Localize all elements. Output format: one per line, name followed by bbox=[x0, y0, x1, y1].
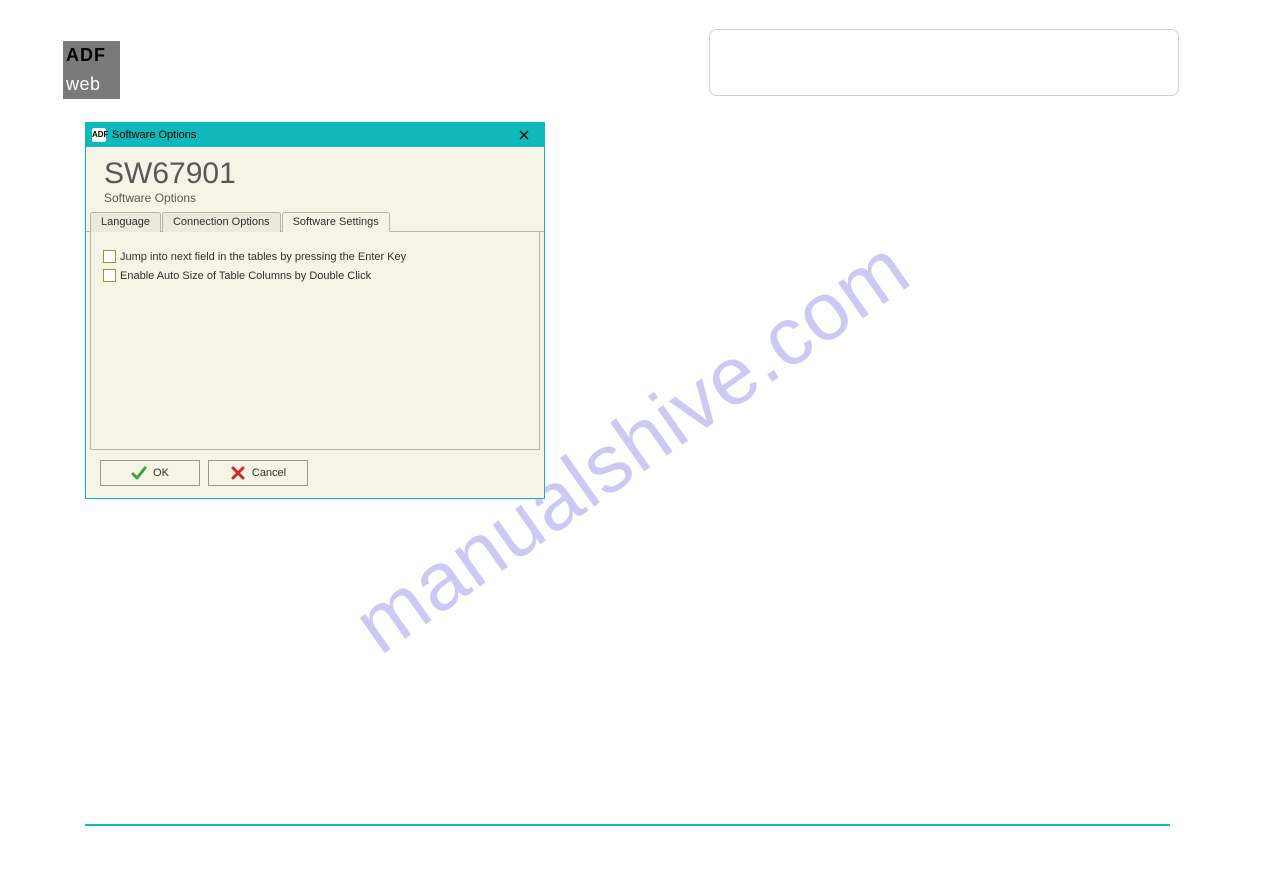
tab-language[interactable]: Language bbox=[90, 212, 161, 232]
adfweb-logo: ADF web bbox=[63, 41, 120, 99]
tab-content-software-settings: Jump into next field in the tables by pr… bbox=[90, 232, 540, 450]
dialog-button-bar: OK Cancel bbox=[86, 450, 544, 498]
dialog-header: SW67901 Software Options bbox=[86, 147, 544, 211]
checkbox-jump-next[interactable] bbox=[103, 250, 116, 263]
tab-bar: Language Connection Options Software Set… bbox=[86, 211, 544, 232]
info-box bbox=[709, 29, 1179, 96]
close-button[interactable] bbox=[504, 123, 544, 147]
check-icon bbox=[131, 465, 147, 481]
footer-separator bbox=[85, 824, 1170, 826]
header-code: SW67901 bbox=[104, 159, 526, 189]
checkbox-auto-size[interactable] bbox=[103, 269, 116, 282]
label-jump-next: Jump into next field in the tables by pr… bbox=[120, 251, 406, 263]
software-options-dialog: ADF Software Options SW67901 Software Op… bbox=[85, 122, 545, 499]
cancel-button[interactable]: Cancel bbox=[208, 460, 308, 486]
label-auto-size: Enable Auto Size of Table Columns by Dou… bbox=[120, 270, 371, 282]
tab-software-settings[interactable]: Software Settings bbox=[282, 212, 390, 232]
document-page: ADF web manualshive.com ADF Software Opt… bbox=[0, 0, 1263, 893]
cancel-icon bbox=[230, 465, 246, 481]
logo-text-top: ADF bbox=[66, 45, 106, 66]
setting-row-auto-size: Enable Auto Size of Table Columns by Dou… bbox=[103, 269, 527, 282]
dialog-titlebar: ADF Software Options bbox=[86, 123, 544, 147]
header-subtitle: Software Options bbox=[104, 191, 526, 205]
tab-connection-options[interactable]: Connection Options bbox=[162, 212, 281, 232]
close-icon bbox=[519, 130, 529, 140]
ok-button-label: OK bbox=[153, 467, 169, 479]
dialog-app-icon: ADF bbox=[92, 128, 106, 142]
setting-row-jump-next: Jump into next field in the tables by pr… bbox=[103, 250, 527, 263]
ok-button[interactable]: OK bbox=[100, 460, 200, 486]
logo-text-bottom: web bbox=[66, 74, 101, 95]
cancel-button-label: Cancel bbox=[252, 467, 286, 479]
dialog-title: Software Options bbox=[112, 129, 196, 141]
